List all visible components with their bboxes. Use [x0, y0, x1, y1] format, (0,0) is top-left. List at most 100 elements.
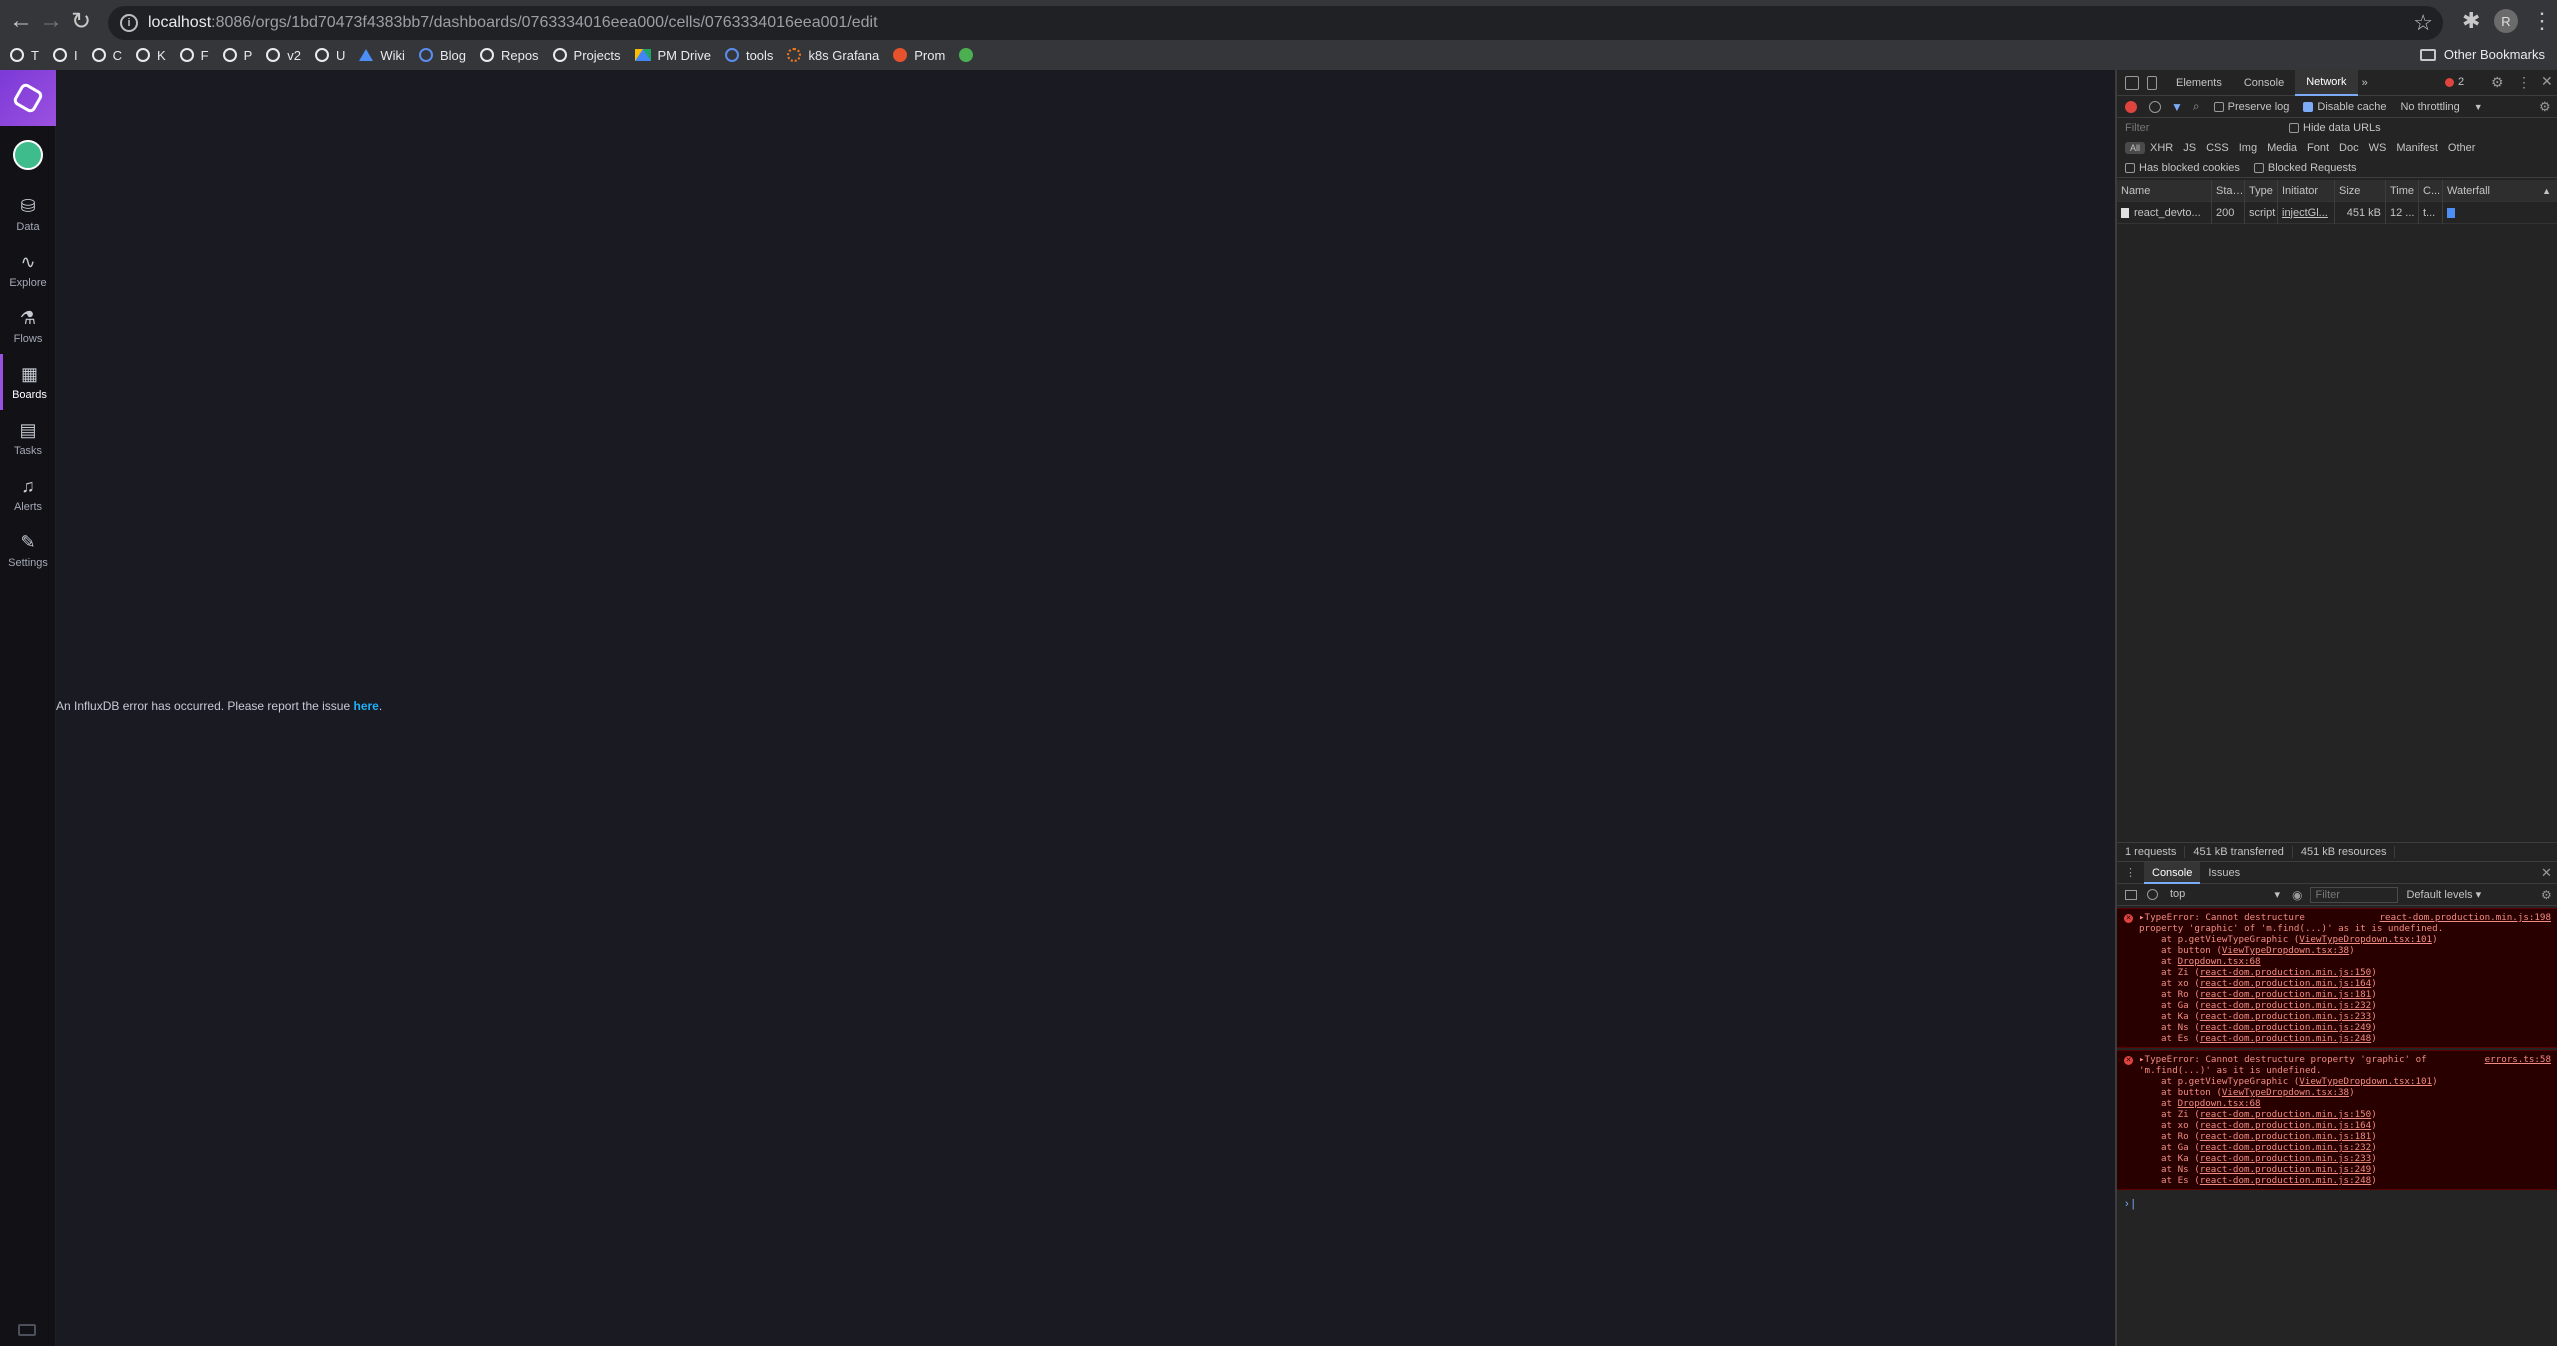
column-header-name[interactable]: Name	[2117, 179, 2212, 202]
stack-frame-link[interactable]: react-dom.production.min.js:249	[2200, 1022, 2371, 1033]
devtools-menu-icon[interactable]: ⋮	[2517, 74, 2531, 91]
nav-item-boards[interactable]: ▦ Boards	[0, 354, 56, 410]
bookmark-c[interactable]: C	[91, 48, 122, 63]
stack-frame-link[interactable]: ViewTypeDropdown.tsx:101	[2299, 934, 2432, 945]
console-error-message[interactable]: ✕ react-dom.production.min.js:198 ▸TypeErr…	[2117, 908, 2557, 1048]
drawer-tab-issues[interactable]: Issues	[2200, 862, 2248, 884]
blocked-requests-checkbox[interactable]: Blocked Requests	[2253, 162, 2357, 174]
forward-button[interactable]: →	[36, 6, 66, 36]
bookmark-wiki[interactable]: Wiki	[359, 48, 405, 63]
influxdb-logo[interactable]	[0, 70, 56, 126]
bookmark-p[interactable]: P	[222, 48, 252, 63]
bookmark-pm-drive[interactable]: PM Drive	[634, 48, 711, 63]
profile-avatar[interactable]: R	[2494, 9, 2518, 33]
stack-frame-link[interactable]: react-dom.production.min.js:150	[2200, 1109, 2371, 1120]
stack-frame-link[interactable]: Dropdown.tsx:68	[2178, 956, 2261, 967]
stack-frame-link[interactable]: react-dom.production.min.js:181	[2200, 989, 2371, 1000]
bookmark-unnamed[interactable]	[959, 48, 980, 62]
bookmark-f[interactable]: F	[179, 48, 209, 63]
bookmark-k8s-grafana[interactable]: k8s Grafana	[787, 48, 879, 63]
nav-item-settings[interactable]: ✎ Settings	[0, 522, 56, 578]
stack-frame-link[interactable]: ViewTypeDropdown.tsx:38	[2222, 1087, 2349, 1098]
column-header-waterfall[interactable]: Waterfall ▲	[2443, 180, 2557, 202]
stack-frame-link[interactable]: react-dom.production.min.js:233	[2200, 1011, 2371, 1022]
request-name[interactable]: react_devto...	[2117, 201, 2212, 224]
nav-item-alerts[interactable]: ♫ Alerts	[0, 466, 56, 522]
drawer-menu-icon[interactable]: ⋮	[2125, 866, 2136, 879]
type-filter-font[interactable]: Font	[2302, 141, 2334, 155]
stack-frame-link[interactable]: react-dom.production.min.js:164	[2200, 978, 2371, 989]
request-initiator[interactable]: injectGl...	[2278, 201, 2335, 224]
stack-frame-link[interactable]: ViewTypeDropdown.tsx:38	[2222, 945, 2349, 956]
has-blocked-cookies-checkbox[interactable]: Has blocked cookies	[2125, 162, 2240, 174]
tab-elements[interactable]: Elements	[2165, 70, 2233, 96]
error-source-link[interactable]: react-dom.production.min.js:198	[2380, 912, 2551, 923]
error-source-link[interactable]: errors.ts:58	[2485, 1054, 2551, 1065]
column-header-c[interactable]: C...	[2419, 179, 2443, 202]
type-filter-media[interactable]: Media	[2262, 141, 2302, 155]
type-filter-css[interactable]: CSS	[2201, 141, 2234, 155]
type-filter-xhr[interactable]: XHR	[2145, 141, 2178, 155]
type-filter-all[interactable]: All	[2125, 142, 2146, 154]
type-filter-other[interactable]: Other	[2443, 141, 2481, 155]
throttling-select[interactable]: No throttling	[2400, 101, 2459, 113]
type-filter-manifest[interactable]: Manifest	[2391, 141, 2443, 155]
network-filter-input[interactable]: Filter	[2125, 122, 2275, 134]
log-levels-select[interactable]: Default levels ▾	[2406, 888, 2481, 901]
url-text[interactable]: localhost:8086/orgs/1bd70473f4383bb7/das…	[148, 14, 878, 32]
error-counter[interactable]: 2	[2445, 76, 2464, 88]
console-prompt[interactable]: › |	[2117, 1192, 2557, 1210]
type-filter-img[interactable]: Img	[2234, 141, 2262, 155]
stack-frame-link[interactable]: react-dom.production.min.js:249	[2200, 1164, 2371, 1175]
bookmark-i[interactable]: I	[52, 48, 78, 63]
bookmark-t[interactable]: T	[10, 48, 39, 63]
table-row[interactable]: react_devto... 200 script injectGl... 45…	[2117, 201, 2557, 224]
context-select[interactable]: top ▾	[2170, 888, 2280, 901]
stack-frame-link[interactable]: react-dom.production.min.js:164	[2200, 1120, 2371, 1131]
stack-frame-link[interactable]: react-dom.production.min.js:232	[2200, 1142, 2371, 1153]
column-header-initiator[interactable]: Initiator	[2278, 179, 2335, 202]
clear-button[interactable]	[2149, 100, 2161, 113]
filter-icon[interactable]: ▼	[2171, 100, 2183, 114]
browser-menu-icon[interactable]: ⋮	[2531, 8, 2553, 34]
network-settings-icon[interactable]: ⚙	[2539, 99, 2551, 115]
info-icon[interactable]: i	[120, 14, 138, 32]
console-sidebar-icon[interactable]	[2125, 889, 2137, 900]
bookmark-k[interactable]: K	[135, 48, 166, 63]
nav-item-tasks[interactable]: ▤ Tasks	[0, 410, 56, 466]
chevron-down-icon[interactable]: ▼	[2474, 102, 2483, 112]
bookmark-blog[interactable]: Blog	[418, 48, 466, 63]
console-settings-icon[interactable]: ⚙	[2541, 888, 2552, 902]
preserve-log-checkbox[interactable]: Preserve log	[2213, 101, 2289, 113]
stack-frame-link[interactable]: react-dom.production.min.js:248	[2200, 1175, 2371, 1186]
stack-frame-link[interactable]: react-dom.production.min.js:150	[2200, 967, 2371, 978]
type-filter-ws[interactable]: WS	[2364, 141, 2392, 155]
stack-frame-link[interactable]: react-dom.production.min.js:248	[2200, 1033, 2371, 1044]
console-error-message[interactable]: ✕ errors.ts:58 ▸TypeError: Cannot destruct…	[2117, 1050, 2557, 1190]
close-devtools-icon[interactable]: ✕	[2541, 73, 2553, 90]
type-filter-doc[interactable]: Doc	[2334, 141, 2364, 155]
console-filter-input[interactable]: Filter	[2310, 886, 2399, 903]
clear-console-icon[interactable]	[2147, 889, 2158, 900]
stack-frame-link[interactable]: react-dom.production.min.js:233	[2200, 1153, 2371, 1164]
report-issue-link[interactable]: here	[353, 699, 378, 713]
nav-item-data[interactable]: ⛁ Data	[0, 186, 56, 242]
search-icon[interactable]: ⌕	[2193, 99, 2200, 114]
stack-frame-link[interactable]: react-dom.production.min.js:232	[2200, 1000, 2371, 1011]
inspect-element-icon[interactable]	[2125, 75, 2139, 90]
column-header-time[interactable]: Time	[2386, 179, 2419, 202]
nav-item-explore[interactable]: ∿ Explore	[0, 242, 56, 298]
bookmark-projects[interactable]: Projects	[552, 48, 621, 63]
record-button[interactable]	[2125, 100, 2137, 113]
bookmark-v2[interactable]: v2	[266, 48, 301, 63]
tab-network[interactable]: Network	[2295, 69, 2358, 96]
hide-data-urls-checkbox[interactable]: Hide data URLs	[2289, 122, 2381, 134]
column-header-type[interactable]: Type	[2245, 179, 2278, 202]
stack-frame-link[interactable]: Dropdown.tsx:68	[2178, 1098, 2261, 1109]
drawer-tab-console[interactable]: Console	[2144, 861, 2201, 884]
settings-gear-icon[interactable]: ⚙	[2491, 74, 2504, 91]
live-expression-eye-icon[interactable]: ◉	[2292, 888, 2302, 902]
nav-collapse-icon[interactable]	[18, 1324, 36, 1336]
nav-item-flows[interactable]: ⚗ Flows	[0, 298, 56, 354]
reload-button[interactable]: ↻	[66, 6, 96, 36]
